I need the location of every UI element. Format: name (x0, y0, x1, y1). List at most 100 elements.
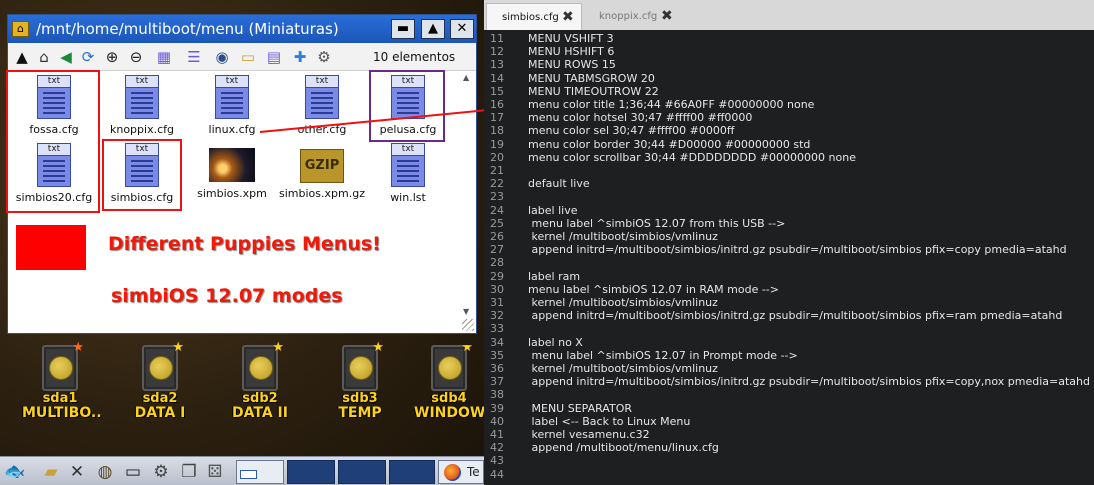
zoom-out-icon[interactable]: ⊖ (126, 47, 146, 67)
code-line[interactable]: 18 menu color sel 30;47 #ffff00 #0000ff (484, 124, 1094, 137)
code-line[interactable]: 16 menu color title 1;36;44 #66A0FF #0000… (484, 98, 1094, 111)
gear-icon[interactable]: ⚙ (150, 461, 172, 483)
code-line[interactable]: 23 (484, 190, 1094, 203)
code-line[interactable]: 11 MENU VSHIFT 3 (484, 32, 1094, 45)
code-line[interactable]: 43 (484, 454, 1094, 467)
open-folder-icon[interactable]: ▭ (238, 47, 258, 67)
code-line[interactable]: 27 append initrd=/multiboot/simbios/init… (484, 243, 1094, 256)
code-line[interactable]: 32 append initrd=/multiboot/simbios/init… (484, 309, 1094, 322)
file-item[interactable]: simbios.xpm (185, 143, 279, 200)
code-line[interactable]: 15 MENU TIMEOUTROW 22 (484, 85, 1094, 98)
taskbar-slot[interactable] (338, 460, 386, 484)
scroll-up-icon[interactable]: ▲ (463, 73, 473, 83)
folder-icon[interactable]: ▰ (40, 461, 62, 483)
code-line[interactable]: 35 menu label ^simbiOS 12.07 in Prompt m… (484, 349, 1094, 362)
code-line[interactable]: 28 (484, 256, 1094, 269)
taskbar-slot[interactable] (389, 460, 435, 484)
code-area[interactable]: 11 MENU VSHIFT 3 12 MENU HSHIFT 6 13 MENU ROW… (484, 30, 1094, 485)
taskbar-window-browser[interactable]: Te (438, 460, 484, 484)
windows-icon[interactable]: ❐ (178, 461, 200, 483)
code-line[interactable]: 20 menu color scrollbar 30;44 #DDDDDDDD #… (484, 151, 1094, 164)
add-icon[interactable]: ✚ (290, 47, 310, 67)
code-line[interactable]: 34 label no X (484, 336, 1094, 349)
maximize-button[interactable]: ▲ (421, 19, 445, 39)
tools-icon[interactable]: ✕ (66, 461, 88, 483)
file-item[interactable]: GZIP simbios.xpm.gz (275, 143, 369, 200)
close-button[interactable]: ✕ (450, 19, 474, 39)
home-icon[interactable]: ⌂ (34, 47, 54, 67)
code-line[interactable]: 26 kernel /multiboot/simbios/vmlinuz (484, 230, 1094, 243)
line-text: menu color border 30;44 #D00000 #0000000… (528, 137, 811, 151)
code-line[interactable]: 14 MENU TABMSGROW 20 (484, 72, 1094, 85)
code-line[interactable]: 12 MENU HSHIFT 6 (484, 45, 1094, 58)
tab-knoppix-cfg[interactable]: knoppix.cfg ✖ (584, 3, 680, 30)
line-number: 26 (490, 230, 504, 243)
drive-sdb4[interactable]: ★ sdb4 WINDOW (414, 345, 484, 421)
drive-sdb2[interactable]: ★ sdb2 DATA II (222, 341, 298, 421)
settings-icon[interactable]: ⚙ (314, 47, 334, 67)
text-editor: simbios.cfg ✖ knoppix.cfg ✖ 11 MENU VSHIF… (484, 0, 1094, 485)
back-icon[interactable]: ◀ (56, 47, 76, 67)
line-number: 36 (490, 362, 504, 375)
code-line[interactable]: 13 MENU ROWS 15 (484, 58, 1094, 71)
file-item[interactable]: txt other.cfg (275, 75, 369, 136)
close-tab-icon[interactable]: ✖ (661, 4, 673, 29)
line-text: label live (528, 203, 578, 217)
code-line[interactable]: 38 (484, 388, 1094, 401)
star-icon: ★ (72, 340, 84, 355)
line-number: 35 (490, 348, 504, 362)
code-line[interactable]: 33 (484, 322, 1094, 335)
drive-sdb3[interactable]: ★ sdb3 TEMP (322, 341, 398, 421)
file-item[interactable]: txt linux.cfg (185, 75, 279, 136)
minimize-button[interactable]: ▬ (391, 19, 415, 39)
code-line[interactable]: 40 label <-- Back to Linux Menu (484, 415, 1094, 428)
globe-icon[interactable]: ◍ (94, 461, 116, 483)
line-number: 12 (490, 45, 504, 59)
resize-grip[interactable] (462, 319, 474, 331)
eye-icon[interactable]: ◉ (212, 47, 232, 67)
refresh-icon[interactable]: ⟳ (78, 47, 98, 67)
close-tab-icon[interactable]: ✖ (562, 5, 574, 30)
fish-menu-icon[interactable]: 🐟 (4, 461, 26, 483)
code-line[interactable]: 41 kernel vesamenu.c32 (484, 428, 1094, 441)
line-text: MENU HSHIFT 6 (528, 45, 615, 59)
line-text: append initrd=/multiboot/simbios/initrd.… (528, 243, 1067, 257)
title-bar[interactable]: ⌂ /mnt/home/multiboot/menu (Miniaturas) … (8, 15, 476, 43)
drive-sda2[interactable]: ★ sda2 DATA I (122, 341, 198, 421)
line-number: 14 (490, 71, 504, 85)
code-line[interactable]: 39 MENU SEPARATOR (484, 402, 1094, 415)
zoom-in-icon[interactable]: ⊕ (102, 47, 122, 67)
code-line[interactable]: 30 menu label ^simbiOS 12.07 in RAM mode … (484, 283, 1094, 296)
home-folder-icon: ⌂ (12, 21, 29, 37)
tab-simbios-cfg[interactable]: simbios.cfg ✖ (486, 3, 582, 30)
hard-drive-icon: ★ (42, 341, 84, 391)
scroll-down-icon[interactable]: ▼ (463, 307, 473, 317)
taskbar-slot[interactable] (287, 460, 335, 484)
line-text: MENU SEPARATOR (528, 401, 632, 415)
code-line[interactable]: 42 append /multiboot/menu/linux.cfg (484, 441, 1094, 454)
code-line[interactable]: 25 menu label ^simbiOS 12.07 from this U… (484, 217, 1094, 230)
line-number: 23 (490, 190, 504, 204)
drive-sda1[interactable]: ★ sda1 MULTIBO.. (22, 341, 102, 421)
up-arrow-icon[interactable]: ▲ (12, 47, 32, 67)
code-line[interactable]: 29 label ram (484, 270, 1094, 283)
code-line[interactable]: 24 label live (484, 204, 1094, 217)
terminal-icon[interactable]: ▭ (122, 461, 144, 483)
code-line[interactable]: 22 default live (484, 177, 1094, 190)
code-line[interactable]: 17 menu color hotsel 30;47 #ffff00 #ff000… (484, 111, 1094, 124)
thumbnails-view-icon[interactable]: ▦ (154, 47, 174, 67)
taskbar-window-file-manager[interactable] (236, 460, 284, 484)
dice-icon[interactable]: ⚄ (204, 461, 226, 483)
code-line[interactable]: 31 kernel /multiboot/simbios/vmlinuz (484, 296, 1094, 309)
code-line[interactable]: 21 (484, 164, 1094, 177)
list-view-icon[interactable]: ☰ (184, 47, 204, 67)
tab-label: simbios.cfg (502, 12, 559, 23)
code-line[interactable]: 44 (484, 468, 1094, 481)
file-name: linux.cfg (208, 123, 256, 136)
code-line[interactable]: 19 menu color border 30;44 #D00000 #00000… (484, 138, 1094, 151)
window-icon[interactable]: ▤ (264, 47, 284, 67)
file-item[interactable]: txt knoppix.cfg (95, 75, 189, 136)
code-line[interactable]: 36 kernel /multiboot/simbios/vmlinuz (484, 362, 1094, 375)
file-item[interactable]: txt win.lst (361, 143, 455, 204)
code-line[interactable]: 37 append initrd=/multiboot/simbios/init… (484, 375, 1094, 388)
